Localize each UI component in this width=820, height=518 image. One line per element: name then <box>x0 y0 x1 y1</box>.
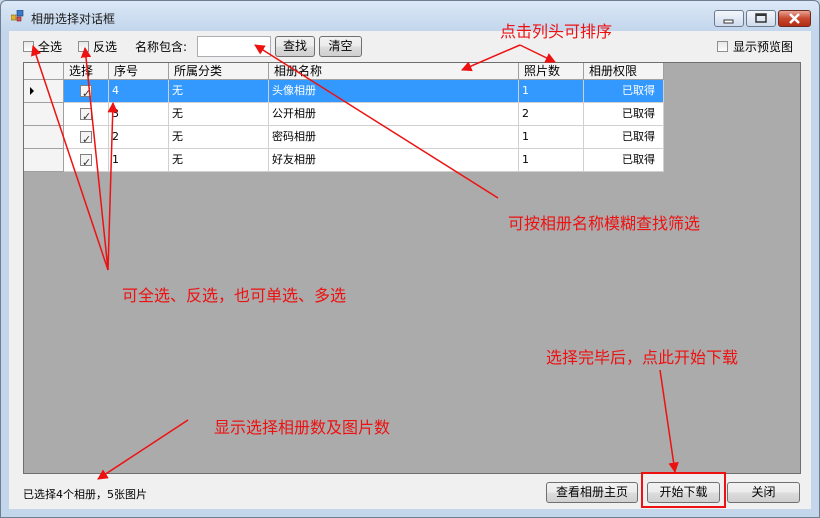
arrow-filter <box>254 44 499 199</box>
arrow-download <box>659 369 679 474</box>
arrow-count <box>97 419 189 480</box>
arrow-sort-left <box>461 44 521 72</box>
arrow-sort-right <box>519 44 556 63</box>
arrow-row-checkbox <box>107 101 118 271</box>
annotation-arrows <box>31 44 679 480</box>
